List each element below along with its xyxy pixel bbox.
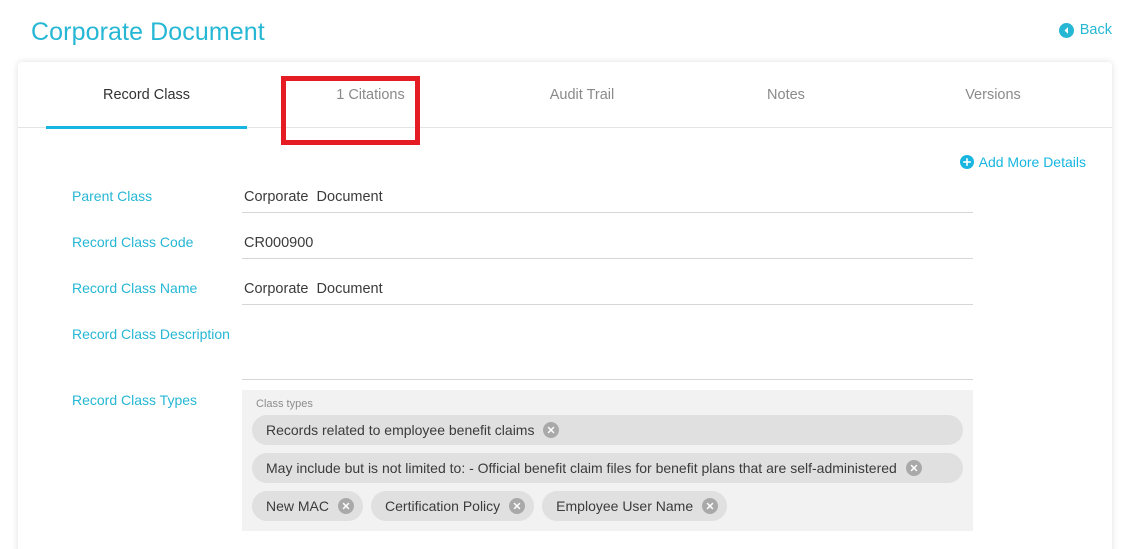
tab-citations[interactable]: 1 Citations <box>261 62 480 128</box>
tab-versions-label: Versions <box>965 87 1021 103</box>
class-type-chip: Employee User Name <box>542 491 728 521</box>
add-more-details-label: Add More Details <box>978 154 1086 170</box>
class-types-chip-list: Records related to employee benefit clai… <box>252 415 963 521</box>
record-class-card: Record Class 1 Citations Audit Trail Not… <box>18 62 1112 549</box>
tab-notes-label: Notes <box>767 87 805 103</box>
circle-x-icon[interactable] <box>905 460 922 476</box>
class-type-chip-label: New MAC <box>266 498 330 514</box>
page-title: Corporate Document <box>31 18 265 46</box>
circle-x-icon[interactable] <box>543 422 560 438</box>
corporate-document-page: Corporate Document Back Record Class 1 C… <box>0 0 1126 549</box>
field-record-class-code-label: Record Class Code <box>72 234 194 250</box>
field-record-class-description-label: Record Class Description <box>72 326 230 342</box>
tab-audit-trail-label: Audit Trail <box>549 87 615 103</box>
record-class-code-input[interactable] <box>242 232 973 259</box>
field-parent-class-label: Parent Class <box>72 188 153 204</box>
circle-x-icon[interactable] <box>509 498 526 514</box>
field-record-class-types-label: Record Class Types <box>72 392 198 408</box>
circle-plus-icon <box>959 155 974 169</box>
tab-notes[interactable]: Notes <box>684 62 888 128</box>
tab-audit-trail[interactable]: Audit Trail <box>480 62 684 128</box>
field-record-class-name-label: Record Class Name <box>72 280 198 296</box>
class-type-chip-label: Employee User Name <box>556 498 694 514</box>
circle-left-arrow-icon <box>1058 23 1074 38</box>
class-type-chip-label: May include but is not limited to: - Off… <box>266 460 897 476</box>
field-record-class-code-control <box>242 232 973 259</box>
class-types-panel-label: Class types <box>256 398 313 410</box>
page-header: Corporate Document Back <box>0 0 1126 62</box>
record-class-name-input[interactable] <box>242 278 973 305</box>
field-parent-class-control <box>242 186 973 213</box>
record-class-description-input[interactable] <box>242 324 973 380</box>
class-type-chip: Records related to employee benefit clai… <box>252 415 963 445</box>
tab-record-class[interactable]: Record Class <box>32 62 261 129</box>
class-type-chip: Certification Policy <box>371 491 535 521</box>
back-button-label: Back <box>1079 22 1112 39</box>
class-types-panel: Class types Records related to employee … <box>242 390 973 531</box>
back-button[interactable]: Back <box>1058 22 1112 39</box>
circle-x-icon[interactable] <box>338 498 355 514</box>
tab-record-class-label: Record Class <box>102 87 191 103</box>
circle-x-icon[interactable] <box>702 498 719 514</box>
add-more-details-button[interactable]: Add More Details <box>959 154 1086 170</box>
field-record-class-types-control: Class types Records related to employee … <box>242 390 973 531</box>
class-type-chip: New MAC <box>252 491 364 521</box>
parent-class-input[interactable] <box>242 186 973 213</box>
field-record-class-name-control <box>242 278 973 305</box>
tab-citations-label: 1 Citations <box>336 87 405 103</box>
field-record-class-description-control <box>242 324 973 385</box>
class-type-chip-label: Records related to employee benefit clai… <box>266 422 535 438</box>
class-type-chip: May include but is not limited to: - Off… <box>252 453 963 483</box>
class-type-chip-label: Certification Policy <box>385 498 501 514</box>
tab-versions[interactable]: Versions <box>888 62 1098 128</box>
tab-bar: Record Class 1 Citations Audit Trail Not… <box>18 62 1112 129</box>
